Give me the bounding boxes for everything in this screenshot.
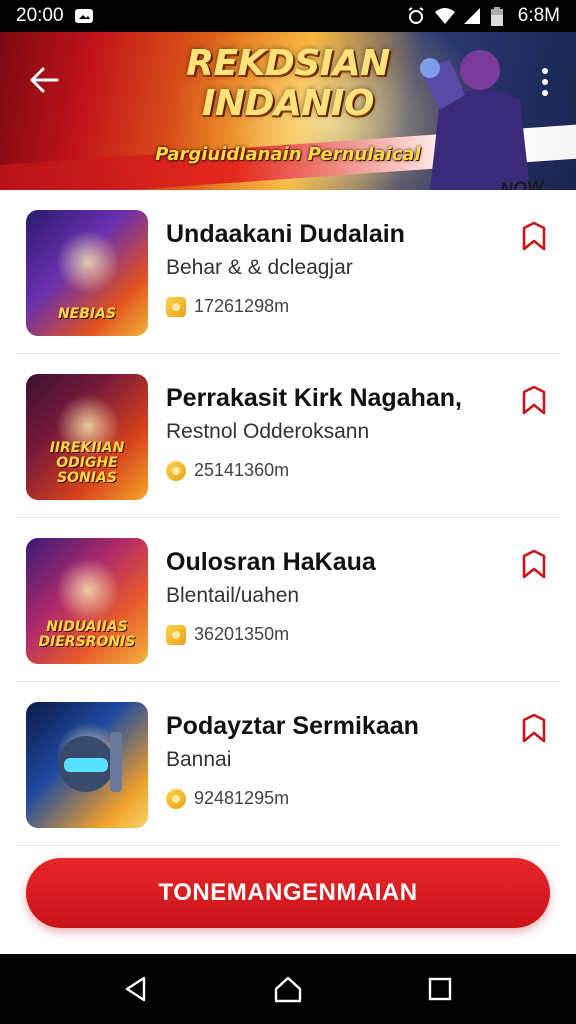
coin-icon: [166, 296, 186, 317]
list-item[interactable]: NEBIAS Undaakani Dudalain Behar & & dcle…: [16, 190, 560, 354]
bookmark-icon: [522, 221, 546, 251]
item-meta-value: 17261298m: [194, 296, 290, 316]
photo-icon: [74, 7, 94, 25]
item-meta: 25141360m: [166, 460, 289, 481]
banner-tag: NOW: [499, 176, 545, 190]
primary-action-button[interactable]: TONEMANGENMAIAN: [26, 858, 550, 928]
coin-icon: [166, 788, 186, 809]
nav-home-button[interactable]: [264, 965, 312, 1013]
signal-icon: [462, 7, 482, 25]
item-title: Oulosran HaKaua: [166, 548, 376, 576]
banner-subtitle: Pargiuidlanain Pernulaical: [155, 144, 421, 165]
item-title: Podayztar Sermikaan: [166, 712, 419, 740]
nav-home-icon: [274, 976, 302, 1003]
bookmark-button[interactable]: [520, 712, 548, 744]
status-time: 20:00: [16, 5, 64, 26]
item-thumbnail: NEBIAS: [26, 210, 148, 336]
battery-icon: [490, 7, 510, 26]
bookmark-button[interactable]: [520, 220, 548, 252]
system-nav-bar: [0, 954, 576, 1024]
coin-icon: [166, 460, 186, 481]
bookmark-button[interactable]: [520, 384, 548, 416]
item-thumbnail: IIREKIIAN ODIGHE SONIAS: [26, 374, 148, 500]
back-button[interactable]: [22, 58, 66, 102]
coin-icon: [166, 624, 186, 645]
item-title: Undaakani Dudalain: [166, 220, 405, 248]
header-banner: REKDSIAN INDANIO Pargiuidlanain Pernulai…: [0, 32, 576, 190]
item-subtitle: Restnol Odderoksann: [166, 420, 370, 443]
status-bar: 20:00 6:8M: [0, 0, 576, 32]
list-item[interactable]: NIDUAIIAS DIERSRONIS Oulosran HaKaua Ble…: [16, 518, 560, 682]
more-vertical-icon: [542, 68, 548, 74]
list-item[interactable]: Podayztar Sermikaan Bannai 92481295m: [16, 682, 560, 846]
bookmark-icon: [522, 549, 546, 579]
alarm-icon: [406, 7, 426, 25]
thumbnail-caption: IIREKIIAN ODIGHE SONIAS: [49, 440, 125, 486]
back-arrow-icon: [30, 67, 59, 93]
item-meta-value: 25141360m: [194, 460, 290, 480]
thumbnail-caption: NEBIAS: [57, 306, 117, 322]
item-subtitle: Bannai: [166, 748, 232, 771]
wifi-icon: [434, 7, 455, 25]
more-options-button[interactable]: [530, 60, 560, 104]
item-subtitle: Blentail/uahen: [166, 584, 300, 607]
bookmark-button[interactable]: [520, 548, 548, 580]
item-subtitle: Behar & & dcleagjar: [166, 256, 353, 279]
item-thumbnail: NIDUAIIAS DIERSRONIS: [26, 538, 148, 664]
robot-art: [58, 732, 122, 792]
item-meta: 92481295m: [166, 788, 289, 809]
bookmark-icon: [522, 385, 546, 415]
nav-recents-button[interactable]: [416, 965, 464, 1013]
item-title: Perrakasit Kirk Nagahan,: [166, 384, 462, 412]
item-meta-value: 36201350m: [194, 624, 290, 644]
status-clock-right: 6:8M: [517, 5, 560, 26]
banner-title: REKDSIAN INDANIO: [168, 44, 408, 124]
item-meta-value: 92481295m: [194, 788, 290, 808]
nav-back-icon: [125, 976, 146, 1002]
nav-back-button[interactable]: [112, 965, 160, 1013]
thumbnail-caption: NIDUAIIAS DIERSRONIS: [38, 619, 136, 650]
item-thumbnail: [26, 702, 148, 828]
banner-title-line2: INDANIO: [202, 83, 374, 124]
banner-hero-art: [420, 50, 530, 190]
content-list: NEBIAS Undaakani Dudalain Behar & & dcle…: [0, 190, 576, 846]
banner-title-line1: REKDSIAN: [186, 43, 390, 84]
list-item[interactable]: IIREKIIAN ODIGHE SONIAS Perrakasit Kirk …: [16, 354, 560, 518]
nav-recents-icon: [428, 977, 452, 1001]
item-meta: 17261298m: [166, 296, 289, 317]
bookmark-icon: [522, 713, 546, 743]
item-meta: 36201350m: [166, 624, 289, 645]
